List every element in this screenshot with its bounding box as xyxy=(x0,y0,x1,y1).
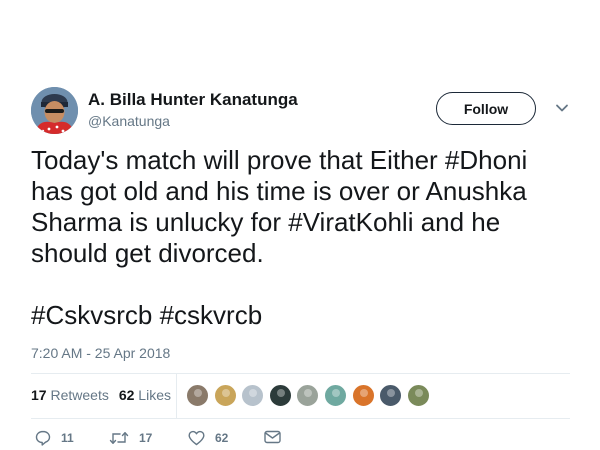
liker-avatar[interactable] xyxy=(186,384,209,407)
avatar[interactable] xyxy=(31,87,78,134)
likes-count: 62 xyxy=(118,387,135,403)
likes-stat[interactable]: 62 Likes xyxy=(119,387,171,403)
follow-button[interactable]: Follow xyxy=(436,92,536,125)
liker-avatars xyxy=(186,384,434,408)
retweets-count: 17 xyxy=(31,387,47,403)
avatar-image xyxy=(31,87,78,134)
tweet-text-line: has got old and his time is over or Anus… xyxy=(31,176,527,206)
retweet-button[interactable]: 17 xyxy=(109,430,152,446)
liker-avatar[interactable] xyxy=(241,384,265,407)
liker-avatar[interactable] xyxy=(213,384,237,407)
like-icon xyxy=(188,430,205,446)
tweet-timestamp[interactable]: 7:20 AM - 25 Apr 2018 xyxy=(31,345,170,361)
tweet-text-line: should get divorced. xyxy=(31,238,264,268)
liker-avatar[interactable] xyxy=(379,384,403,407)
tweet-text-line: Today's match will prove that Either #Dh… xyxy=(31,145,528,175)
tweet-hashtags[interactable]: #Cskvsrcb #cskvrcb xyxy=(31,300,576,331)
author-name[interactable]: A. Billa Hunter Kanatunga xyxy=(88,90,298,110)
reply-icon xyxy=(35,430,51,446)
stats-divider xyxy=(176,374,177,418)
engagement-stats: 17 Retweets 62 Likes xyxy=(31,387,171,403)
liker-avatar[interactable] xyxy=(268,384,292,407)
divider xyxy=(31,373,570,374)
retweet-count: 17 xyxy=(139,431,153,445)
tweet-card: A. Billa Hunter Kanatunga @Kanatunga Fol… xyxy=(0,0,600,450)
retweets-stat[interactable]: 17 Retweets xyxy=(31,387,109,403)
author-handle[interactable]: @Kanatunga xyxy=(88,113,170,129)
like-count: 62 xyxy=(215,431,229,445)
liker-avatar[interactable] xyxy=(406,384,430,407)
liker-avatar[interactable] xyxy=(296,384,320,407)
retweet-icon xyxy=(109,432,129,444)
likes-label: Likes xyxy=(138,387,171,403)
reply-button[interactable]: 11 xyxy=(35,430,74,446)
reply-count: 11 xyxy=(61,431,74,445)
tweet-text: Today's match will prove that Either #Dh… xyxy=(31,145,576,331)
liker-avatar[interactable] xyxy=(323,384,347,407)
tweet-text-line: Sharma is unlucky for #ViratKohli and he xyxy=(31,207,501,237)
message-button[interactable] xyxy=(264,430,291,444)
retweets-label: Retweets xyxy=(50,387,109,403)
message-icon xyxy=(264,430,281,444)
liker-avatar[interactable] xyxy=(351,384,375,407)
divider xyxy=(31,418,570,419)
chevron-down-icon[interactable] xyxy=(555,101,569,115)
like-button[interactable]: 62 xyxy=(188,430,228,446)
